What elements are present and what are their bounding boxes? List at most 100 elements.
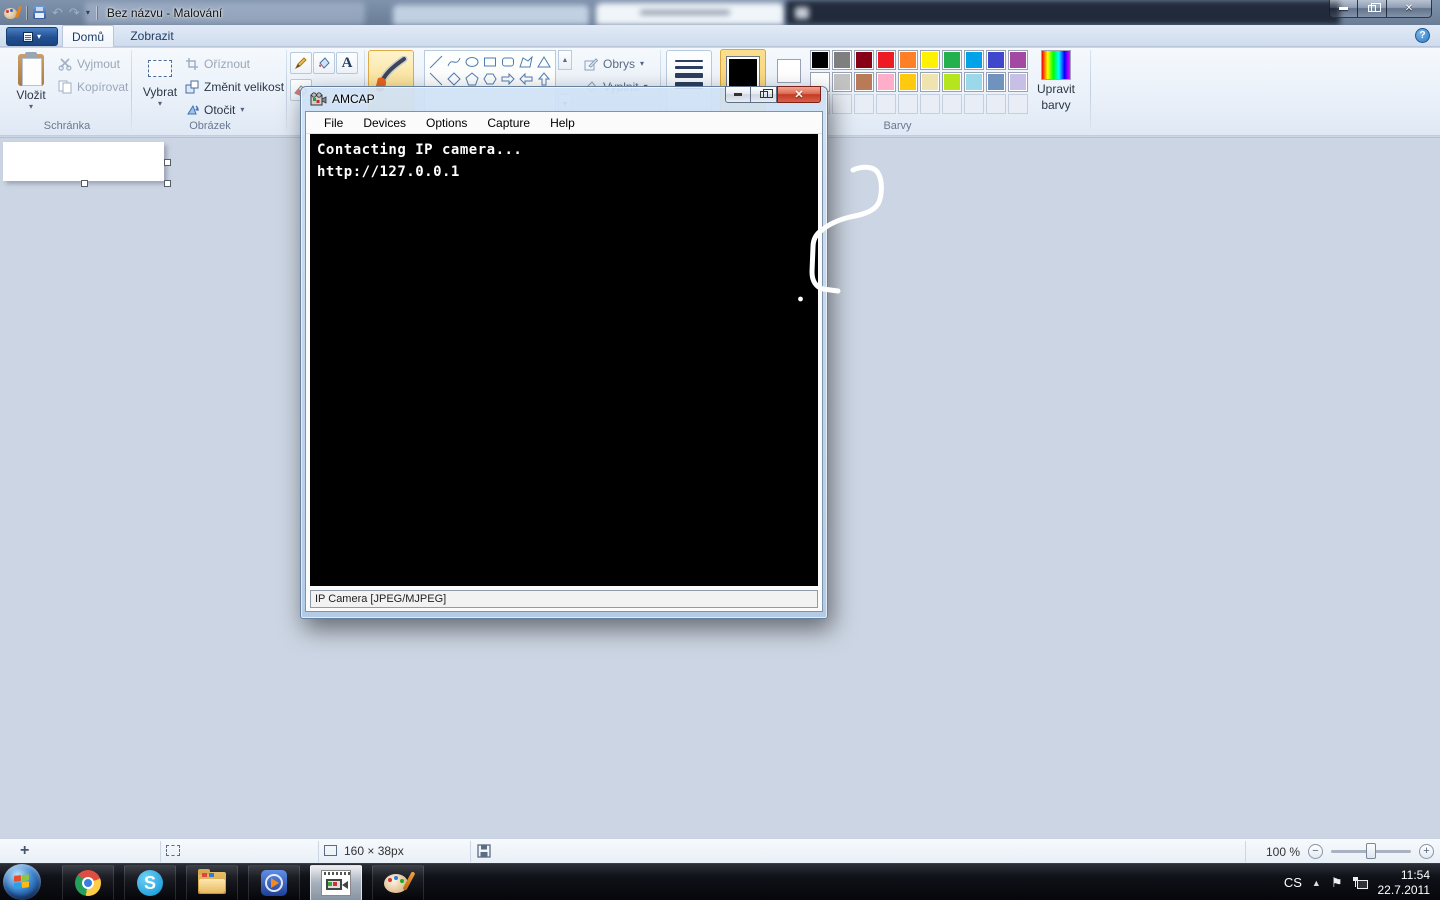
text-tool-button[interactable]: A [336, 52, 358, 74]
fill-tool-button[interactable] [313, 52, 335, 74]
shape-right-arrow[interactable] [499, 70, 517, 87]
amcap-menubar: File Devices Options Capture Help [306, 112, 822, 134]
taskbar-amcap-button[interactable] [310, 865, 362, 900]
shape-triangle[interactable] [535, 53, 553, 70]
start-button[interactable] [3, 864, 41, 900]
resize-handle-corner[interactable] [164, 180, 171, 187]
resize-handle-right[interactable] [164, 159, 171, 166]
menu-capture[interactable]: Capture [477, 116, 540, 130]
palette-color[interactable] [942, 50, 962, 70]
zoom-slider-thumb[interactable] [1366, 843, 1376, 859]
amcap-close-button[interactable]: ✕ [777, 86, 821, 103]
shape-ellipse[interactable] [463, 53, 481, 70]
taskbar-chrome-button[interactable] [62, 865, 114, 900]
palette-color[interactable] [986, 72, 1006, 92]
palette-color[interactable] [898, 72, 918, 92]
crop-button[interactable]: Oříznout [185, 53, 250, 74]
tab-view[interactable]: Zobrazit [120, 25, 184, 47]
shape-left-arrow[interactable] [517, 70, 535, 87]
shapes-scroll-up-button[interactable]: ▲ [558, 50, 572, 70]
palette-color[interactable] [942, 72, 962, 92]
amcap-titlebar[interactable]: AMCAP ✕ [305, 87, 823, 111]
menu-options[interactable]: Options [416, 116, 477, 130]
network-icon[interactable] [1353, 877, 1368, 889]
qat-customize-dropdown[interactable]: ▾ [86, 8, 90, 17]
amcap-restore-button[interactable] [751, 86, 777, 103]
tab-home[interactable]: Domů [62, 25, 114, 47]
zoom-in-button[interactable]: + [1419, 844, 1434, 859]
undo-button[interactable]: ↶ [52, 6, 63, 19]
shape-up-arrow[interactable] [535, 70, 553, 87]
palette-color[interactable] [1008, 50, 1028, 70]
edit-colors-button[interactable]: Upravit barvy [1030, 50, 1082, 120]
resize-handle-bottom[interactable] [81, 180, 88, 187]
paint-app-icon[interactable] [4, 6, 20, 20]
taskbar-paint-button[interactable] [372, 865, 424, 900]
palette-color[interactable] [876, 50, 896, 70]
taskbar-explorer-button[interactable] [186, 865, 238, 900]
outline-dropdown[interactable]: Obrys ▾ [584, 53, 644, 74]
zoom-out-button[interactable]: − [1308, 844, 1323, 859]
select-button[interactable]: Vybrat ▾ [137, 50, 183, 118]
palette-empty-slot[interactable] [942, 94, 962, 114]
minimize-button[interactable] [1329, 0, 1358, 18]
show-hidden-icons-button[interactable]: ▲ [1312, 878, 1321, 888]
palette-empty-slot[interactable] [1008, 94, 1028, 114]
copy-button[interactable]: Kopírovat [58, 76, 128, 97]
palette-color[interactable] [964, 72, 984, 92]
amcap-minimize-button[interactable] [725, 86, 751, 103]
shape-hexagon[interactable] [481, 70, 499, 87]
taskbar-mediaplayer-button[interactable] [248, 865, 300, 900]
palette-empty-slot[interactable] [986, 94, 1006, 114]
palette-empty-slot[interactable] [920, 94, 940, 114]
shape-line[interactable] [427, 53, 445, 70]
menu-help[interactable]: Help [540, 116, 585, 130]
taskbar-skype-button[interactable]: S [124, 865, 176, 900]
cut-button[interactable]: Vyjmout [58, 53, 120, 74]
palette-color[interactable] [832, 50, 852, 70]
menu-devices[interactable]: Devices [353, 116, 416, 130]
close-button[interactable]: ✕ [1386, 0, 1432, 18]
pencil-tool-button[interactable] [290, 52, 312, 74]
palette-color[interactable] [854, 50, 874, 70]
palette-empty-slot[interactable] [854, 94, 874, 114]
paste-button[interactable]: Vložit ▾ [8, 50, 54, 118]
chevron-down-icon: ▾ [29, 104, 33, 110]
palette-empty-slot[interactable] [876, 94, 896, 114]
palette-empty-slot[interactable] [832, 94, 852, 114]
palette-color[interactable] [854, 72, 874, 92]
palette-color[interactable] [876, 72, 896, 92]
help-icon[interactable]: ? [1415, 28, 1430, 43]
clock[interactable]: 11:54 22.7.2011 [1378, 868, 1431, 898]
restore-button[interactable] [1358, 0, 1386, 18]
shape-rectangle[interactable] [481, 53, 499, 70]
menu-file[interactable]: File [314, 116, 353, 130]
shape-diamond[interactable] [445, 70, 463, 87]
zoom-slider[interactable] [1331, 850, 1411, 853]
palette-color[interactable] [964, 50, 984, 70]
palette-color[interactable] [832, 72, 852, 92]
shape-curve[interactable] [445, 53, 463, 70]
redo-button[interactable]: ↷ [69, 6, 80, 19]
action-center-icon[interactable]: ⚑ [1331, 875, 1343, 891]
palette-color[interactable] [1008, 72, 1028, 92]
palette-empty-slot[interactable] [964, 94, 984, 114]
palette-color[interactable] [986, 50, 1006, 70]
paint-canvas[interactable] [3, 142, 164, 181]
shape-pentagon[interactable] [463, 70, 481, 87]
application-menu-button[interactable]: ▾ [6, 27, 58, 46]
palette-empty-slot[interactable] [898, 94, 918, 114]
palette-color[interactable] [920, 50, 940, 70]
language-indicator[interactable]: CS [1284, 875, 1302, 890]
shape-rounded-rectangle[interactable] [499, 53, 517, 70]
resize-button[interactable]: Změnit velikost [185, 76, 284, 97]
palette-color[interactable] [810, 50, 830, 70]
text-tool-icon: A [342, 55, 353, 72]
shape-polygon[interactable] [517, 53, 535, 70]
shape-line-2[interactable] [427, 70, 445, 87]
desktop: ↶ ↷ ▾ Bez názvu - Malování ✕ ▾ Domů Zobr… [0, 0, 1440, 900]
save-button[interactable] [33, 6, 46, 19]
palette-color[interactable] [920, 72, 940, 92]
rotate-button[interactable]: Otočit ▾ [185, 99, 244, 120]
palette-color[interactable] [898, 50, 918, 70]
